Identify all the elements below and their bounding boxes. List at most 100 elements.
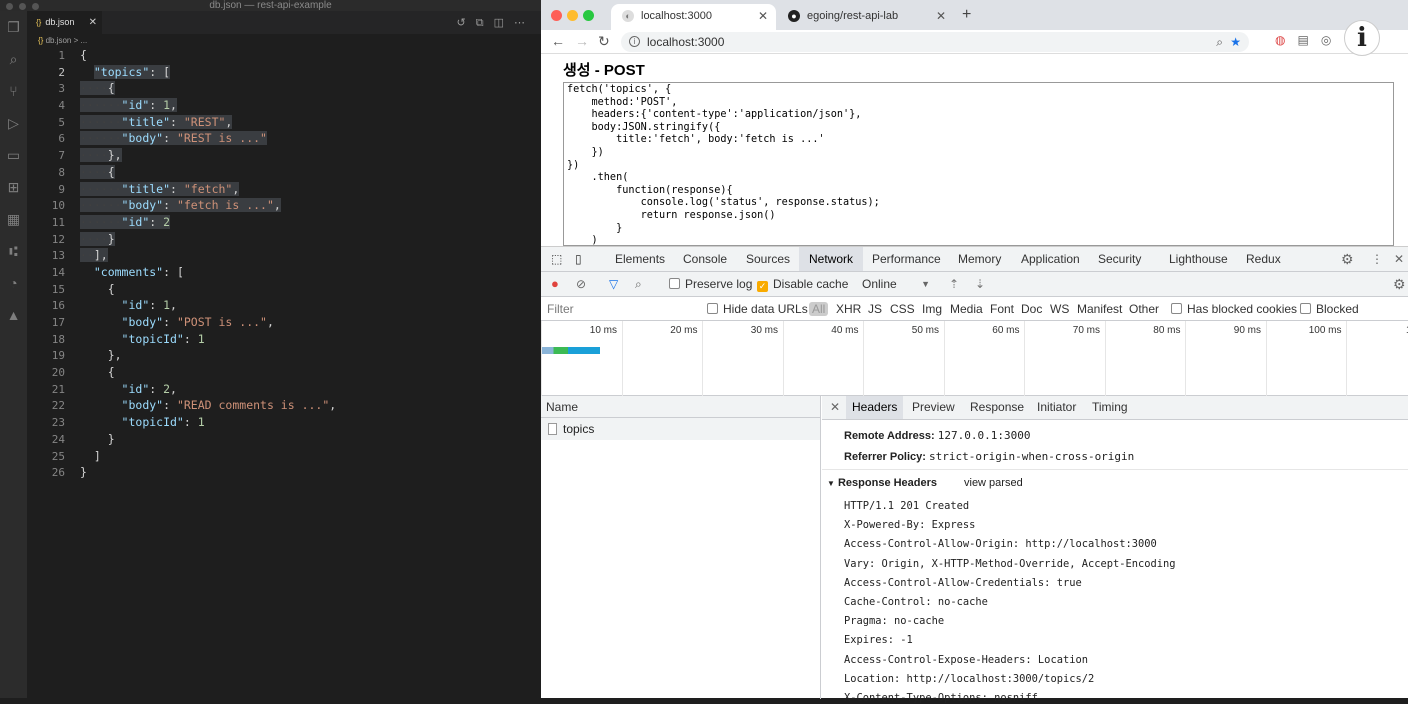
code-line[interactable]: 2 "topics": [ (27, 64, 541, 81)
git-graph-icon[interactable]: ⑆ (0, 235, 27, 267)
window-controls[interactable] (551, 8, 599, 26)
more-options-icon[interactable]: ⋮ (1371, 247, 1383, 271)
code-line[interactable]: 10 ······"body": "fetch is ...", (27, 197, 541, 214)
code-line[interactable]: 11 ······"id": 2 (27, 214, 541, 231)
source-control-icon[interactable]: ⑂ (0, 75, 27, 107)
network-timeline-overview[interactable]: 10 ms 20 ms 30 ms 40 ms 50 ms 60 ms 70 ms 80 ms… (541, 321, 1408, 396)
filter-type-ws[interactable]: WS (1050, 297, 1069, 321)
code-line[interactable]: 21 "id": 2, (27, 381, 541, 398)
run-debug-icon[interactable]: ▷ (0, 107, 27, 139)
response-headers-section-toggle[interactable]: ▼ Response Headers (827, 477, 937, 489)
code-line[interactable]: 20 { (27, 364, 541, 381)
editor-actions[interactable]: ↺⧉◫⋯ (457, 16, 535, 30)
request-row-topics[interactable]: topics (541, 418, 820, 440)
tab-application[interactable]: Application (1021, 247, 1080, 271)
panel-icon[interactable]: ▦ (0, 203, 27, 235)
name-column-header[interactable]: Name (541, 396, 820, 418)
view-parsed-link[interactable]: view parsed (964, 477, 1023, 489)
code-line[interactable]: 17 "body": "POST is ...", (27, 314, 541, 331)
search-icon[interactable]: ⌕ (0, 43, 27, 75)
tab-sources[interactable]: Sources (746, 247, 790, 271)
filter-type-font[interactable]: Font (990, 297, 1014, 321)
address-bar[interactable]: i localhost:3000 ⌕ ★ (621, 32, 1249, 52)
tab-initiator[interactable]: Initiator (1037, 396, 1076, 419)
filter-type-manifest[interactable]: Manifest (1077, 297, 1122, 321)
inspect-element-icon[interactable]: ⬚ (551, 247, 562, 271)
filter-type-css[interactable]: CSS (890, 297, 915, 321)
tab-memory[interactable]: Memory (958, 247, 1001, 271)
code-line[interactable]: 12 ····} (27, 231, 541, 248)
code-line[interactable]: 8 ····{ (27, 164, 541, 181)
filter-icon[interactable]: ▽ (609, 272, 618, 296)
code-line[interactable]: 4 ······"id": 1, (27, 97, 541, 114)
close-icon[interactable]: ✕ (830, 396, 840, 419)
network-settings-gear-icon[interactable]: ⚙ (1393, 272, 1406, 296)
code-editor[interactable]: 1{2 "topics": [3 ····{4 ······"id": 1, 5 ···… (27, 47, 541, 481)
code-line[interactable]: 14 "comments": [ (27, 264, 541, 281)
code-line[interactable]: 9 ······"title": "fetch", (27, 181, 541, 198)
tab-performance[interactable]: Performance (872, 247, 941, 271)
filter-input[interactable]: Filter (547, 297, 574, 321)
code-line[interactable]: 22 "body": "READ comments is ...", (27, 397, 541, 414)
import-har-icon[interactable]: ⇡ (949, 272, 959, 296)
tab-network[interactable]: Network (799, 247, 864, 271)
export-har-icon[interactable]: ⇣ (975, 272, 985, 296)
search-icon[interactable]: ⌕ (635, 272, 642, 296)
browser-tab-localhost[interactable]: ◐ localhost:3000 ✕ (611, 4, 776, 30)
filter-type-xhr[interactable]: XHR (836, 297, 861, 321)
files-icon[interactable]: ❐ (0, 11, 27, 43)
settings-gear-icon[interactable]: ⚙ (1341, 247, 1354, 271)
device-toolbar-icon[interactable]: ▯ (575, 247, 582, 271)
record-icon[interactable]: ● (551, 272, 559, 296)
code-line[interactable]: 7 ····}, (27, 147, 541, 164)
close-icon[interactable]: ✕ (1394, 247, 1404, 271)
code-line[interactable]: 26} (27, 464, 541, 481)
code-textarea[interactable]: fetch('topics', { method:'POST', headers… (563, 82, 1394, 246)
zoom-icon[interactable]: ⌕ (1216, 32, 1223, 52)
code-line[interactable]: 16 "id": 1, (27, 297, 541, 314)
extensions-icon[interactable]: ⊞ (0, 171, 27, 203)
browser-tab-github[interactable]: ● egoing/rest-api-lab ✕ (777, 4, 954, 30)
tab-preview[interactable]: Preview (912, 396, 955, 419)
filter-type-doc[interactable]: Doc (1021, 297, 1042, 321)
code-line[interactable]: 6 ······"body": "REST is ..." (27, 130, 541, 147)
deploy-icon[interactable]: ▲ (0, 299, 27, 331)
tab-db-json[interactable]: {} db.json ✕ (27, 11, 102, 34)
remote-explorer-icon[interactable]: ▭ (0, 139, 27, 171)
profile-avatar[interactable]: i (1344, 20, 1380, 56)
code-line[interactable]: 1{ (27, 47, 541, 64)
close-icon[interactable]: ✕ (89, 11, 97, 34)
code-line[interactable]: 15 { (27, 281, 541, 298)
throttle-select[interactable]: Online ▼ (862, 272, 930, 296)
blocked-requests-checkbox[interactable]: Blocked Requests (1300, 297, 1408, 340)
clear-icon[interactable]: ⊘ (576, 272, 586, 296)
forward-icon[interactable]: → (575, 33, 589, 49)
code-line[interactable]: 13 ··], (27, 247, 541, 264)
filter-type-img[interactable]: Img (922, 297, 942, 321)
filter-type-media[interactable]: Media (950, 297, 983, 321)
hide-data-urls-checkbox[interactable]: Hide data URLs (707, 297, 808, 321)
reload-icon[interactable]: ↻ (598, 33, 610, 50)
filter-type-other[interactable]: Other (1129, 297, 1159, 321)
filter-type-js[interactable]: JS (868, 297, 882, 321)
site-info-icon[interactable]: i (629, 36, 640, 47)
tab-response[interactable]: Response (970, 396, 1024, 419)
gitlens-icon[interactable]: ◔ (0, 267, 27, 299)
close-icon[interactable]: ✕ (936, 4, 946, 28)
code-line[interactable]: 24 } (27, 431, 541, 448)
tab-lighthouse[interactable]: Lighthouse (1169, 247, 1228, 271)
tab-security[interactable]: Security (1098, 247, 1141, 271)
code-line[interactable]: 5 ······"title": "REST", (27, 114, 541, 131)
breadcrumb[interactable]: {} db.json > ... (38, 36, 87, 45)
tab-console[interactable]: Console (683, 247, 727, 271)
code-line[interactable]: 18 "topicId": 1 (27, 331, 541, 348)
back-icon[interactable]: ← (551, 33, 565, 49)
filter-type-all[interactable]: All (809, 297, 829, 321)
code-line[interactable]: 25 ] (27, 448, 541, 465)
bookmark-star-icon[interactable]: ★ (1230, 32, 1241, 52)
has-blocked-cookies-checkbox[interactable]: Has blocked cookies (1171, 297, 1297, 321)
preserve-log-checkbox[interactable]: Preserve log (669, 272, 752, 296)
code-line[interactable]: 3 ····{ (27, 80, 541, 97)
tab-elements[interactable]: Elements (615, 247, 665, 271)
code-line[interactable]: 23 "topicId": 1 (27, 414, 541, 431)
